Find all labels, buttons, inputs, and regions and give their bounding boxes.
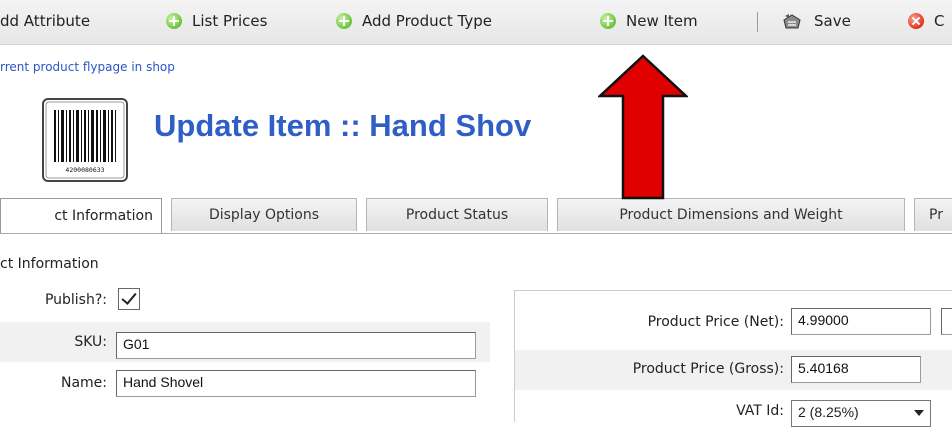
sku-label: SKU: [74, 334, 107, 350]
new-item-label: New Item [626, 12, 698, 30]
cancel-icon [908, 13, 924, 29]
publish-label: Publish?: [44, 292, 107, 308]
vat-id-label: VAT Id: [736, 403, 784, 419]
tab-label: Pr [929, 207, 943, 223]
barcode-digits: 4200080633 [65, 166, 104, 174]
toolbar: dd Attribute List Prices Add Product Typ… [0, 0, 952, 45]
tab-label: Display Options [208, 207, 320, 223]
tab-product-dimensions[interactable]: Product Dimensions and Weight [557, 198, 905, 231]
vat-id-value: 2 (8.25%) [798, 404, 859, 420]
price-currency-field[interactable] [941, 308, 952, 335]
list-prices-label: List Prices [192, 12, 268, 30]
add-product-type-button[interactable]: Add Product Type [336, 10, 492, 32]
tab-label: ct Information [54, 208, 153, 224]
plus-icon [600, 13, 616, 29]
save-label: Save [814, 12, 851, 30]
save-icon [782, 12, 802, 30]
tab-display-options[interactable]: Display Options [171, 198, 357, 231]
cancel-button[interactable]: C [908, 10, 944, 32]
red-arrow-annotation [598, 54, 688, 200]
net-price-label: Product Price (Net): [647, 314, 784, 330]
chevron-down-icon [914, 410, 924, 416]
vat-id-select[interactable]: 2 (8.25%) [791, 400, 931, 427]
plus-icon [336, 13, 352, 29]
tab-product-information[interactable]: ct Information [0, 198, 162, 233]
net-price-field[interactable]: 4.99000 [791, 308, 931, 335]
gross-price-field[interactable]: 5.40168 [791, 356, 921, 383]
sku-field[interactable]: G01 [116, 332, 476, 359]
plus-icon [166, 13, 182, 29]
add-attribute-label: dd Attribute [0, 12, 91, 30]
toolbar-separator [757, 12, 758, 32]
barcode-icon: 4200080633 [40, 96, 130, 184]
tab-label: Product Dimensions and Weight [619, 207, 843, 223]
gross-price-label: Product Price (Gross): [632, 361, 784, 377]
list-prices-button[interactable]: List Prices [166, 10, 267, 32]
tab-bar: ct Information Display Options Product S… [0, 195, 952, 234]
new-item-button[interactable]: New Item [600, 10, 698, 32]
add-attribute-button[interactable]: dd Attribute [0, 10, 90, 32]
tab-product-status[interactable]: Product Status [366, 198, 548, 231]
name-field[interactable]: Hand Shovel [116, 370, 476, 397]
tab-label: Product Status [405, 207, 509, 223]
tab-more[interactable]: Pr [914, 198, 952, 231]
cancel-label: C [934, 12, 945, 30]
save-button[interactable]: Save [782, 10, 851, 32]
flypage-link[interactable]: rrent product flypage in shop [0, 60, 175, 74]
name-label: Name: [60, 375, 107, 391]
publish-checkbox[interactable] [118, 288, 140, 310]
page-title: Update Item :: Hand Shov [154, 108, 532, 143]
add-product-type-label: Add Product Type [362, 12, 492, 30]
section-title: ct Information [0, 256, 99, 272]
